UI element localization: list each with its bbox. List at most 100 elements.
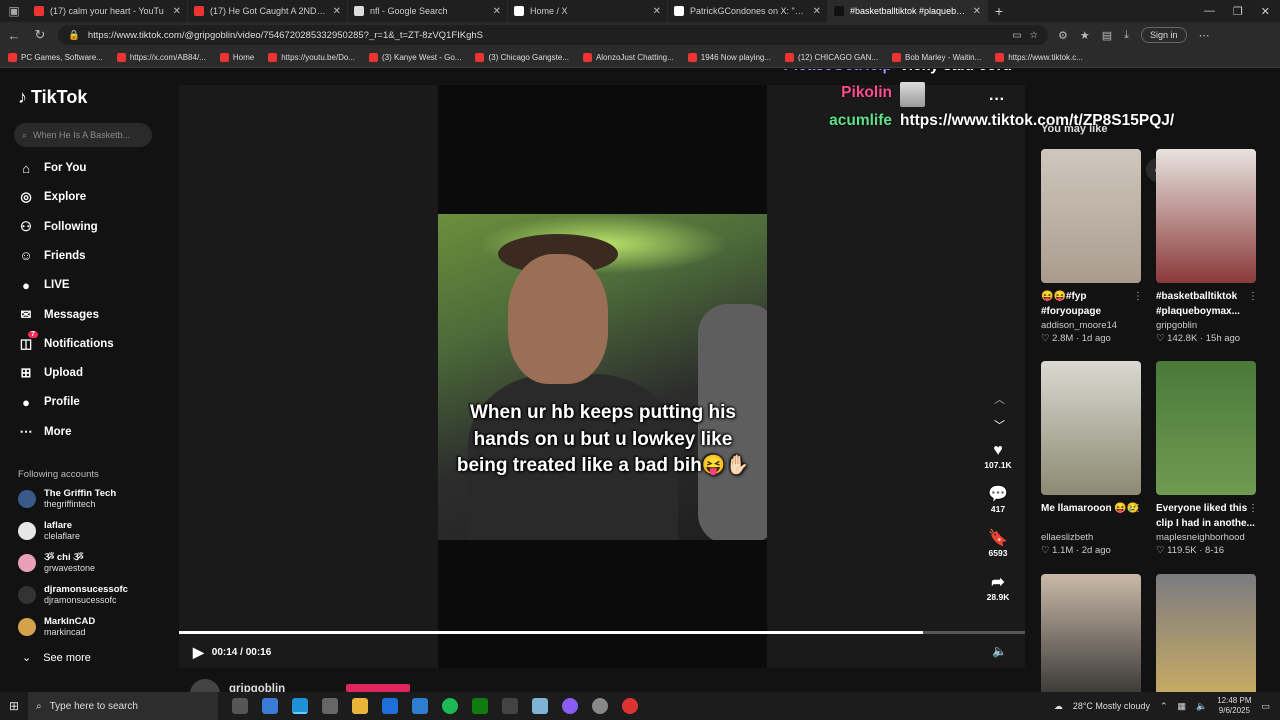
favorites-icon[interactable]: ★ <box>1080 29 1090 42</box>
store-icon[interactable] <box>322 698 338 714</box>
browser-tab[interactable]: nfl - Google Search ✕ <box>348 0 508 22</box>
card-options-icon[interactable]: ⋮ <box>1248 291 1258 302</box>
nav-item-profile[interactable]: ● Profile <box>18 394 80 410</box>
nav-item-upload[interactable]: ⊞ Upload <box>18 365 83 381</box>
nav-item-messages[interactable]: ✉ Messages <box>18 307 99 323</box>
bookmark-item[interactable]: Home <box>219 53 254 62</box>
window-menu-icon[interactable]: ▣ <box>0 0 28 22</box>
bookmark-item[interactable]: https://youtu.be/Do... <box>268 53 355 62</box>
follow-button[interactable] <box>346 684 410 692</box>
like-button[interactable]: ♥ 107.1K <box>983 442 1013 470</box>
chevron-down-icon[interactable]: ﹀ <box>994 413 1005 439</box>
close-tab-icon[interactable]: ✕ <box>493 6 501 17</box>
notification-center-icon[interactable]: ▭ <box>1261 701 1270 712</box>
nav-item-live[interactable]: ● LIVE <box>18 277 70 293</box>
task-view-icon[interactable] <box>232 698 248 714</box>
nav-item-for-you[interactable]: ⌂ For You <box>18 160 86 176</box>
see-more-button[interactable]: ⌄ See more <box>22 651 91 665</box>
browser-tab[interactable]: #basketballtiktok #plaqueboym ✕ <box>828 0 988 22</box>
speaker-icon[interactable]: 🔈 <box>1196 701 1207 712</box>
bookmark-item[interactable]: AlonzoJust Chatting... <box>582 53 674 62</box>
bookmark-item[interactable]: (3) Kanye West - Go... <box>369 53 461 62</box>
collections-icon[interactable]: ▤ <box>1102 29 1112 42</box>
outlook-icon[interactable] <box>382 698 398 714</box>
bookmark-item[interactable]: Bob Marley - Waitin... <box>892 53 981 62</box>
weather-icon[interactable]: ☁ <box>1054 701 1063 712</box>
discord-icon[interactable] <box>562 698 578 714</box>
close-tab-icon[interactable]: ✕ <box>333 6 341 17</box>
video-frame[interactable]: When ur hb keeps putting his hands on u … <box>438 214 767 540</box>
browser-tab[interactable]: (17) He Got Caught A 2ND TIME ✕ <box>188 0 348 22</box>
card-thumbnail[interactable] <box>1156 361 1256 495</box>
close-tab-icon[interactable]: ✕ <box>173 6 181 17</box>
card-user[interactable]: addison_moore14 <box>1041 320 1141 331</box>
browser-tab[interactable]: Home / X ✕ <box>508 0 668 22</box>
restore-icon[interactable]: ❐ <box>1233 5 1243 18</box>
bookmark-item[interactable]: (3) Chicago Gangste... <box>475 53 569 62</box>
close-tab-icon[interactable]: ✕ <box>653 6 661 17</box>
author-avatar[interactable] <box>190 679 220 692</box>
following-account[interactable]: MarkInCAD markincad <box>18 616 95 637</box>
weather-text[interactable]: 28°C Mostly cloudy <box>1073 701 1150 711</box>
play-icon[interactable]: ▶ <box>193 644 204 661</box>
tray-arrow-icon[interactable]: ⌃ <box>1160 701 1168 712</box>
share-button[interactable]: ➦ 28.9K <box>983 574 1013 602</box>
copilot-icon[interactable] <box>262 698 278 714</box>
card-user[interactable]: gripgoblin <box>1156 320 1256 331</box>
new-tab-button[interactable]: + <box>988 3 1010 19</box>
refresh-icon[interactable]: ↻ <box>32 27 48 43</box>
close-tab-icon[interactable]: ✕ <box>973 6 981 17</box>
nav-item-following[interactable]: ⚇ Following <box>18 219 97 235</box>
browser-tab[interactable]: (17) calm your heart - YouTu ✕ <box>28 0 188 22</box>
browser-menu-icon[interactable]: ⋯ <box>1199 29 1210 42</box>
close-tab-icon[interactable]: ✕ <box>813 6 821 17</box>
card-options-icon[interactable]: ⋮ <box>1133 291 1143 302</box>
xbox-icon[interactable] <box>472 698 488 714</box>
card-options-icon[interactable]: ⋮ <box>1133 503 1143 514</box>
close-window-icon[interactable]: ✕ <box>1261 5 1270 18</box>
clock[interactable]: 12:48 PM 9/6/2025 <box>1217 696 1251 716</box>
windows-start-icon[interactable]: ⊞ <box>0 699 28 713</box>
video-card[interactable]: Everyone liked this clip I had in anothe… <box>1156 361 1258 556</box>
following-account[interactable]: The Griffin Tech thegriffintech <box>18 488 116 509</box>
chrome-icon[interactable] <box>622 698 638 714</box>
nav-item-notifications[interactable]: ◫ 7 Notifications <box>18 330 114 352</box>
video-card[interactable]: Me llamarooon 😝😢 ellaeslizbeth ♡ 1.1M · … <box>1041 361 1143 556</box>
card-thumbnail[interactable] <box>1041 574 1141 692</box>
more-options-icon[interactable]: ··· <box>989 91 1005 109</box>
downloads-icon[interactable]: ⤓ <box>1124 29 1129 42</box>
card-user[interactable]: maplesneighborhood <box>1156 532 1256 543</box>
card-thumbnail[interactable] <box>1041 361 1141 495</box>
bookmark-item[interactable]: 1946 Now playing... <box>687 53 771 62</box>
bookmark-item[interactable]: https://www.tiktok.c... <box>995 53 1083 62</box>
following-account[interactable]: ૐ chi ૐ grwavestone <box>18 552 95 573</box>
search-input[interactable]: ⌕ When He Is A Basketb... <box>14 123 152 147</box>
explorer-icon[interactable] <box>352 698 368 714</box>
following-account[interactable]: laflare clelaflare <box>18 520 80 541</box>
taskbar-search[interactable]: ⌕ Type here to search <box>28 692 218 720</box>
extensions-icon[interactable]: ⚙ <box>1058 29 1068 42</box>
nav-item-friends[interactable]: ☺ Friends <box>18 248 85 264</box>
network-icon[interactable]: ▦ <box>1178 701 1187 712</box>
nav-item-explore[interactable]: ◎ Explore <box>18 189 86 205</box>
minimize-icon[interactable]: — <box>1204 5 1215 18</box>
video-card[interactable] <box>1041 574 1141 692</box>
progress-bar[interactable] <box>179 631 1025 634</box>
app-icon[interactable] <box>502 698 518 714</box>
spotify-icon[interactable] <box>442 698 458 714</box>
comment-button[interactable]: 💬 417 <box>983 486 1013 514</box>
volume-icon[interactable]: 🔈 <box>992 644 1007 658</box>
url-text[interactable]: https://www.tiktok.com/@gripgoblin/video… <box>88 30 1005 41</box>
author-name[interactable]: gripgoblin <box>229 683 285 692</box>
card-thumbnail[interactable] <box>1156 574 1256 692</box>
nav-item-more[interactable]: ⋯ More <box>18 424 72 440</box>
sign-in-button[interactable]: Sign in <box>1141 27 1187 43</box>
video-card[interactable]: #basketballtiktok #plaqueboymax... gripg… <box>1156 149 1258 344</box>
browser-tab[interactable]: PatrickGCondones on X: "https:// ✕ <box>668 0 828 22</box>
back-icon[interactable]: ← <box>6 28 22 43</box>
favorite-star-icon[interactable]: ☆ <box>1029 30 1038 41</box>
read-mode-icon[interactable]: ▭ <box>1012 30 1021 41</box>
bookmark-item[interactable]: (12) CHICAGO GAN... <box>785 53 878 62</box>
url-bar[interactable]: 🔒 https://www.tiktok.com/@gripgoblin/vid… <box>58 25 1048 45</box>
photos-icon[interactable] <box>412 698 428 714</box>
